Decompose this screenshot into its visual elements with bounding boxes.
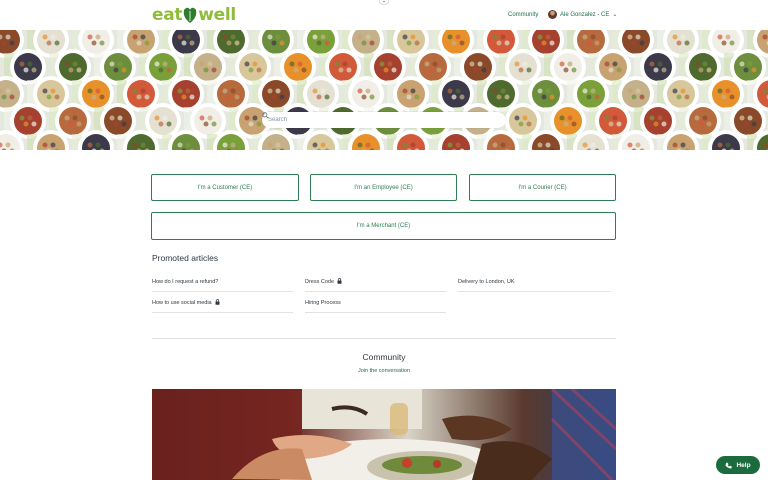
join-conversation-link[interactable]: Join the conversation bbox=[0, 368, 768, 374]
article-link[interactable]: How to use social media bbox=[152, 299, 293, 313]
help-center-page: eat well Community Ale Gonzalez - CE ⌄ I… bbox=[0, 0, 768, 480]
article-link[interactable]: Hiring Process bbox=[305, 300, 446, 313]
article-link[interactable]: Dress Code bbox=[305, 278, 446, 292]
article-title: Dress Code bbox=[305, 279, 335, 285]
avatar bbox=[548, 10, 557, 19]
search-icon bbox=[262, 112, 269, 119]
food-bowls-background bbox=[0, 30, 768, 150]
article-title: Hiring Process bbox=[305, 300, 341, 306]
article-title: How to use social media bbox=[152, 300, 212, 306]
section-divider bbox=[152, 338, 616, 339]
hero-banner bbox=[0, 30, 768, 150]
role-employee-button[interactable]: I'm an Employee (CE) bbox=[310, 174, 457, 201]
phone-icon bbox=[726, 462, 733, 469]
article-link[interactable]: How do I request a refund? bbox=[152, 279, 293, 292]
eatwell-logo[interactable]: eat well bbox=[152, 5, 236, 25]
nav-community-link[interactable]: Community bbox=[508, 12, 538, 18]
community-photo bbox=[152, 389, 616, 480]
search-input[interactable] bbox=[268, 117, 488, 123]
search-bar[interactable] bbox=[262, 112, 506, 128]
site-header: eat well Community Ale Gonzalez - CE ⌄ bbox=[0, 0, 768, 30]
community-photo-art bbox=[152, 389, 616, 480]
role-merchant-button[interactable]: I'm a Merchant (CE) bbox=[151, 212, 616, 240]
header-collapse-tab[interactable] bbox=[379, 0, 389, 5]
logo-text-right: well bbox=[198, 5, 236, 25]
help-button[interactable]: Help bbox=[716, 456, 760, 474]
lock-icon bbox=[215, 299, 220, 305]
chevron-down-icon: ⌄ bbox=[612, 12, 618, 18]
join-conversation-label: Join the conversation bbox=[358, 368, 410, 374]
community-title: Community bbox=[362, 352, 406, 362]
help-label: Help bbox=[736, 461, 751, 469]
user-menu[interactable]: Ale Gonzalez - CE ⌄ bbox=[548, 10, 617, 19]
logo-text-left: eat bbox=[152, 5, 183, 25]
role-courier-button[interactable]: I'm a Courier (CE) bbox=[469, 174, 616, 201]
lock-icon bbox=[337, 278, 342, 284]
leaf-icon bbox=[183, 7, 197, 23]
article-title: How do I request a refund? bbox=[152, 279, 219, 285]
article-title: Delivery to London, UK bbox=[458, 279, 515, 285]
role-customer-button[interactable]: I'm a Customer (CE) bbox=[151, 174, 299, 201]
user-name: Ale Gonzalez - CE bbox=[560, 11, 610, 18]
article-link[interactable]: Delivery to London, UK bbox=[458, 279, 611, 292]
promoted-articles-title: Promoted articles bbox=[152, 253, 219, 263]
